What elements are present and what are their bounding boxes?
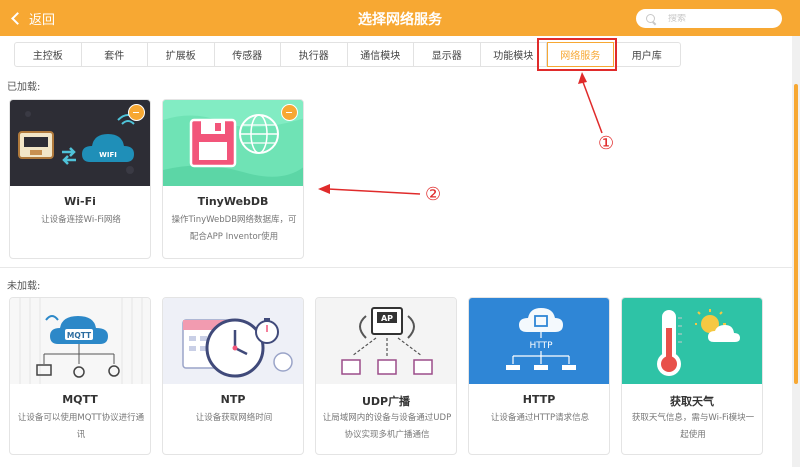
card-title: Wi-Fi [64,195,96,208]
tab-actuator[interactable]: 执行器 [281,43,348,66]
card-title: UDP广播 [361,395,411,408]
scrollbar-thumb[interactable] [794,84,798,384]
card-description: 获取天气信息，需与Wi-Fi模块一起使用 [631,413,755,440]
tab-kit[interactable]: 套件 [82,43,148,66]
tab-user-library[interactable]: 用户库 [614,43,681,66]
card-description: 让设备可以使用MQTT协议进行通讯 [17,413,145,440]
card-title: NTP [220,393,246,406]
card-udp-broadcast[interactable]: AP UDP广播 让局域网内的设备与设备通过UDP协议实现多机广播通信 [315,297,457,455]
card-title: 获取天气 [670,395,714,408]
search-input[interactable] [668,13,768,24]
card-title: TinyWebDB [197,195,269,208]
annotation-number-two: ② [425,184,442,205]
annotation-number-one: ① [598,133,615,154]
annotation-highlight-box [537,38,617,71]
wifi-image-text: WIFI [99,151,117,159]
top-bar: 返回 选择网络服务 [0,0,800,36]
tab-expansion-board[interactable]: 扩展板 [148,43,215,66]
thermometer-weather-image [622,298,762,384]
card-title: HTTP [522,393,556,406]
card-title: MQTT [62,393,98,406]
back-label: 返回 [29,12,56,28]
mqtt-image-text: MQTT [67,331,92,340]
tab-communication[interactable]: 通信模块 [348,43,414,66]
tab-sensor[interactable]: 传感器 [215,43,281,66]
back-button[interactable]: 返回 [10,8,55,28]
card-weather[interactable]: 获取天气 获取天气信息，需与Wi-Fi模块一起使用 [621,297,763,455]
card-http[interactable]: HTTP HTTP 让设备通过HTTP请求信息 [468,297,610,455]
loaded-section-label: 已加载: [7,82,41,93]
back-arrow-icon [11,11,24,25]
card-tinywebdb[interactable]: TinyWebDB 操作TinyWebDB网络数据库，可配合APP Invent… [162,99,304,259]
mqtt-cloud-image: MQTT [10,298,150,384]
clock-calendar-image [163,298,303,384]
search-box[interactable] [636,9,782,28]
card-description: 让设备连接Wi-Fi网络 [41,215,121,225]
ap-image-text: AP [381,314,393,323]
http-image-text: HTTP [529,341,553,351]
card-description: 让局域网内的设备与设备通过UDP协议实现多机广播通信 [322,413,452,440]
http-cloud-image: HTTP [469,298,609,384]
card-wifi[interactable]: WIFI Wi-Fi 让设备连接Wi-Fi网络 [9,99,151,259]
card-description: 让设备获取网络时间 [195,413,273,423]
card-description: 操作TinyWebDB网络数据库，可配合APP Inventor使用 [171,215,297,242]
section-divider [0,267,792,268]
unload-minus-icon[interactable] [128,104,145,121]
search-icon [646,13,656,24]
card-description: 让设备通过HTTP请求信息 [490,413,590,423]
tab-main-board[interactable]: 主控板 [15,43,82,66]
card-ntp[interactable]: NTP 让设备获取网络时间 [162,297,304,455]
unloaded-section-label: 未加载: [7,281,41,292]
unload-minus-icon[interactable] [281,104,298,121]
tab-display[interactable]: 显示器 [414,43,481,66]
access-point-image: AP [316,298,456,384]
card-mqtt[interactable]: MQTT MQTT 让设备可以使用MQTT协议进行通讯 [9,297,151,455]
